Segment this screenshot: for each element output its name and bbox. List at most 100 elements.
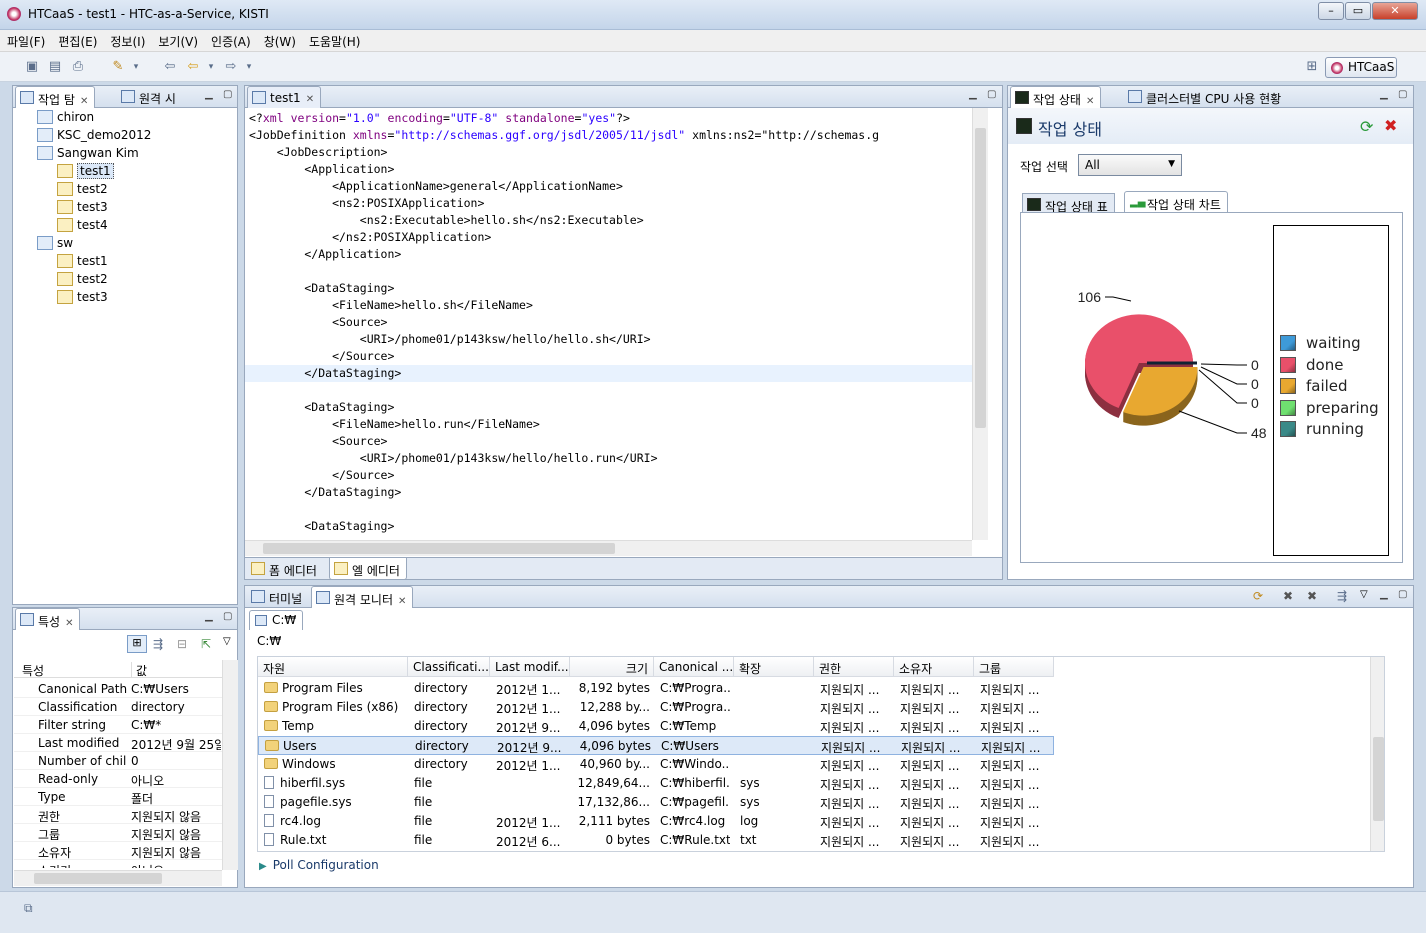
close-icon[interactable]: ✕ — [80, 96, 88, 107]
column-header[interactable]: 확장 — [734, 657, 814, 677]
back-dropdown-icon[interactable]: ▾ — [203, 59, 219, 75]
tab-status-chart[interactable]: ▂▄ 작업 상태 차트 — [1124, 191, 1228, 213]
link-icon[interactable]: ⇶ — [1337, 589, 1347, 603]
menu-window[interactable]: 창(W) — [257, 30, 302, 50]
minimize-view-icon[interactable]: ▁ — [1380, 589, 1388, 600]
categories-icon[interactable]: ⊞ — [127, 635, 147, 653]
property-row[interactable]: 소기기아니오 — [14, 860, 222, 868]
property-row[interactable]: Filter string C:₩* — [14, 716, 222, 734]
maximize-view-icon[interactable]: ▢ — [1398, 589, 1407, 600]
restore-default-icon[interactable]: ⊟ — [177, 637, 187, 651]
vscroll-thumb[interactable] — [975, 128, 986, 428]
minimize-view-icon[interactable]: ▁ — [205, 611, 213, 622]
column-header[interactable]: 권한 — [814, 657, 894, 677]
table-row[interactable]: Windows directory 2012년 1... 40,960 by... C:… — [258, 755, 1054, 774]
table-row[interactable]: Program Files (x86) directory 2012년 1... 12… — [258, 698, 1054, 717]
tab-terminal[interactable]: 터미널 — [247, 586, 308, 608]
property-row[interactable]: Type 폴더 — [14, 788, 222, 806]
code-area[interactable]: <?xml version="1.0" encoding="UTF-8" sta… — [245, 108, 972, 540]
tab-form-editor[interactable]: 폼 에디터 — [247, 558, 323, 580]
column-header[interactable]: 그룹 — [974, 657, 1054, 677]
fast-view-icon[interactable]: ⧉ — [24, 901, 33, 916]
maximize-view-icon[interactable]: ▢ — [223, 611, 232, 622]
table-row[interactable]: Rule.txt file 2012년 6... 0 bytes C:₩Rule.txt… — [258, 831, 1054, 850]
remove-icon[interactable]: ✖ — [1283, 589, 1293, 603]
tab-drive-c[interactable]: C:₩ — [249, 610, 304, 630]
column-header[interactable]: Classificati... — [408, 657, 490, 677]
maximize-view-icon[interactable]: ▢ — [1398, 89, 1407, 100]
tab-xml-editor[interactable]: 엘 에디터 — [329, 558, 407, 580]
editor-hscroll[interactable] — [245, 540, 972, 556]
menu-info[interactable]: 정보(I) — [103, 30, 151, 50]
tree-item[interactable]: test1 — [57, 254, 108, 272]
table-row[interactable]: Program Files directory 2012년 1... 8,192 by… — [258, 679, 1054, 698]
tree-item[interactable]: test4 — [57, 218, 108, 236]
back-icon[interactable]: ⇦ — [185, 59, 201, 75]
close-icon[interactable]: ✕ — [306, 94, 314, 105]
menu-auth[interactable]: 인증(A) — [204, 30, 257, 50]
maximize-view-icon[interactable]: ▢ — [223, 89, 232, 100]
tab-job-explorer[interactable]: 작업 탐 ✕ — [15, 86, 96, 108]
close-icon[interactable]: ✕ — [398, 596, 406, 607]
save-all-icon[interactable]: ▤ — [47, 59, 63, 75]
tree-item[interactable]: KSC_demo2012 — [37, 128, 151, 146]
minimize-view-icon[interactable]: ▁ — [205, 89, 213, 100]
print-icon[interactable]: ⎙ — [70, 59, 86, 75]
menu-file[interactable]: 파일(F) — [0, 30, 51, 50]
tab-cluster-cpu[interactable]: 클러스터별 CPU 사용 현황 — [1124, 86, 1287, 108]
property-row[interactable]: 소유자 지원되지 않음 — [14, 842, 222, 860]
advanced-icon[interactable]: ⇶ — [153, 637, 163, 651]
property-row[interactable]: Last modified 2012년 9월 25일 — [14, 734, 222, 752]
properties-hscroll[interactable] — [14, 870, 222, 886]
editor-vscroll[interactable] — [972, 108, 988, 540]
tab-job-status[interactable]: 작업 상태 ✕ — [1010, 86, 1102, 108]
job-select-dropdown[interactable]: All ▼ — [1078, 154, 1182, 176]
minimize-view-icon[interactable]: ▁ — [969, 89, 977, 100]
tree-item[interactable]: test2 — [57, 182, 108, 200]
tab-status-table[interactable]: 작업 상태 표 — [1022, 193, 1115, 214]
property-row[interactable]: Canonical Path C:₩Users — [14, 680, 222, 698]
column-header[interactable]: 소유자 — [894, 657, 974, 677]
close-icon[interactable]: ✕ — [1086, 96, 1094, 107]
property-row[interactable]: Classification directory — [14, 698, 222, 716]
tree-item[interactable]: sw — [37, 236, 73, 254]
header-property[interactable]: 특성 — [22, 662, 44, 679]
view-menu-icon[interactable]: ▽ — [223, 636, 231, 647]
tab-remote-system[interactable]: 원격 시 — [117, 86, 182, 108]
tree-item[interactable]: test3 — [57, 290, 108, 308]
forward-dropdown-icon[interactable]: ▾ — [241, 59, 257, 75]
properties-vscroll[interactable] — [222, 660, 238, 870]
table-row[interactable]: pagefile.sys file 17,132,86... C:₩pagefil..… — [258, 793, 1054, 812]
column-header[interactable]: Last modif... — [490, 657, 570, 677]
maximize-view-icon[interactable]: ▢ — [987, 89, 996, 100]
tree-item[interactable]: test1 — [57, 163, 114, 182]
run-icon[interactable]: ✎ — [110, 59, 126, 75]
tab-properties[interactable]: 특성 ✕ — [15, 608, 81, 630]
delete-icon[interactable]: ✖ — [1384, 116, 1397, 135]
minimize-view-icon[interactable]: ▁ — [1380, 89, 1388, 100]
property-row[interactable]: Number of chil 0 — [14, 752, 222, 770]
close-icon[interactable]: ✕ — [65, 618, 73, 629]
menu-help[interactable]: 도움말(H) — [302, 30, 367, 50]
file-vscroll[interactable] — [1370, 657, 1384, 851]
table-row[interactable]: rc4.log file 2012년 1... 2,111 bytes C:₩rc4.l… — [258, 812, 1054, 831]
vscroll-thumb[interactable] — [1373, 737, 1384, 821]
minimize-button[interactable]: – — [1318, 2, 1344, 20]
save-icon[interactable]: ▣ — [24, 59, 40, 75]
tree-item[interactable]: chiron — [37, 110, 94, 128]
column-header[interactable]: Canonical ... — [654, 657, 734, 677]
open-perspective-icon[interactable]: ⊞ — [1304, 59, 1320, 75]
tree-item[interactable]: Sangwan Kim — [37, 146, 139, 164]
table-row[interactable]: Users directory 2012년 9... 4,096 bytes C:₩Us… — [258, 736, 1054, 755]
tab-remote-monitor[interactable]: 원격 모니터 ✕ — [311, 586, 414, 608]
perspective-button[interactable]: HTCaaS — [1325, 57, 1397, 78]
remove-all-icon[interactable]: ✖ — [1307, 589, 1317, 603]
property-row[interactable]: 그룹 지원되지 않음 — [14, 824, 222, 842]
column-header[interactable]: 크기 — [570, 657, 654, 677]
menu-view[interactable]: 보기(V) — [151, 30, 204, 50]
table-row[interactable]: hiberfil.sys file 12,849,64... C:₩hiberfil.… — [258, 774, 1054, 793]
refresh-icon[interactable]: ⟳ — [1360, 117, 1373, 136]
forward-icon[interactable]: ⇨ — [223, 59, 239, 75]
pin-icon[interactable]: ⇱ — [201, 637, 211, 651]
tree-item[interactable]: test3 — [57, 200, 108, 218]
